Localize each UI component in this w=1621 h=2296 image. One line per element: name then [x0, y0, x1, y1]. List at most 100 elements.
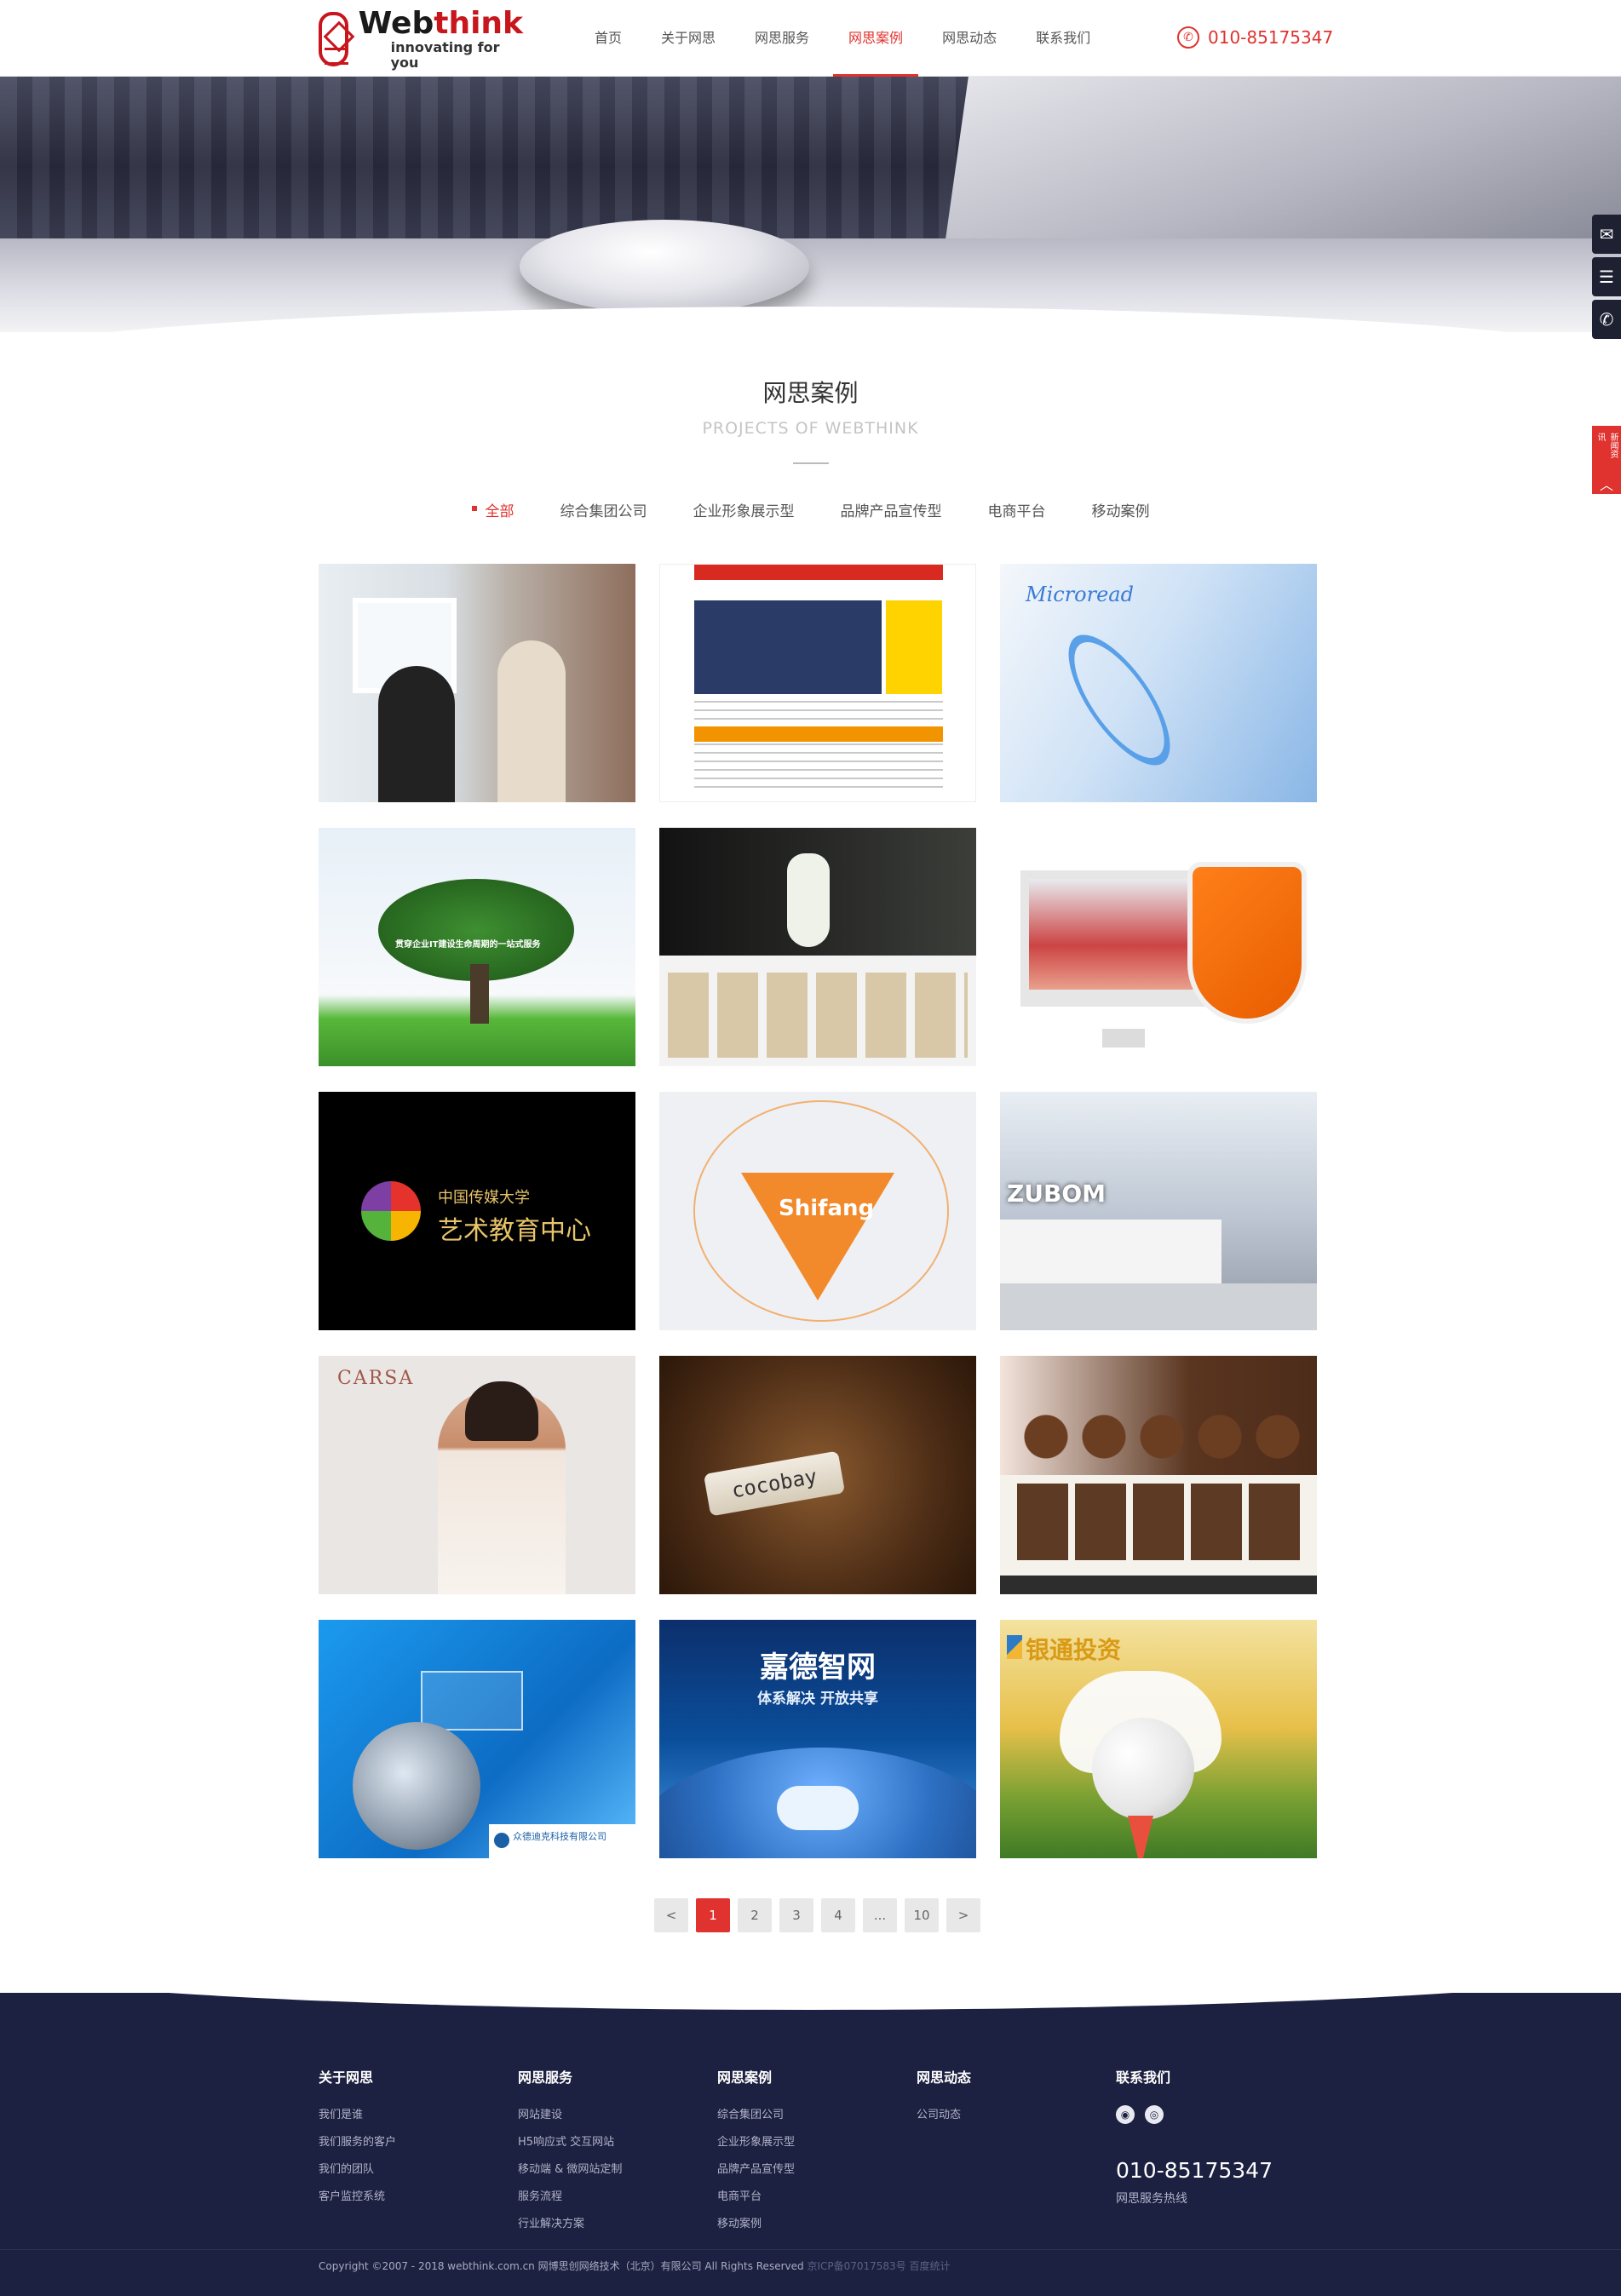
- footer-col-title: 网思服务: [518, 2069, 573, 2086]
- footer-link[interactable]: 电商平台: [717, 2187, 795, 2203]
- footer-link[interactable]: 品牌产品宣传型: [717, 2160, 795, 2176]
- filter-corporate-image[interactable]: 企业形象展示型: [693, 499, 795, 520]
- section-title: 网思案例: [762, 379, 859, 407]
- case-brand: 银通投资: [1006, 1632, 1121, 1666]
- site-header: Webthink innovating for you 首页 关于网思 网思服务…: [0, 0, 1621, 77]
- footer-link[interactable]: 客户监控系统: [319, 2187, 396, 2203]
- case-grid: Microread 贯穿企业IT建设生命周期的一站式服务 中国传媒大学 艺术教育…: [319, 564, 1317, 1858]
- dna-helix-icon: [1049, 619, 1189, 781]
- case-card[interactable]: ZUBOM: [1000, 1092, 1317, 1330]
- footer-phone: 010-85175347: [1116, 2158, 1273, 2183]
- icp-link[interactable]: 京ICP备07017583号 百度统计: [807, 2260, 950, 2272]
- logo-tagline: innovating for you: [390, 39, 500, 71]
- chocolate-icon: [1017, 1407, 1307, 1467]
- case-card[interactable]: CARSA: [319, 1356, 635, 1594]
- case-brand: cocobay: [703, 1450, 846, 1517]
- robot-hand-icon: [353, 1722, 480, 1850]
- footer-link[interactable]: 网站建设: [518, 2105, 622, 2121]
- page-ellipsis: ...: [863, 1898, 897, 1932]
- page-4[interactable]: 4: [821, 1898, 855, 1932]
- message-icon[interactable]: ☰: [1592, 257, 1621, 296]
- footer-link[interactable]: 我们服务的客户: [319, 2132, 396, 2149]
- page-3[interactable]: 3: [779, 1898, 813, 1932]
- case-card[interactable]: cocobay: [659, 1356, 976, 1594]
- footer-col-services: 网思服务 网站建设 H5响应式 交互网站 移动端 & 微网站定制 服务流程 行业…: [518, 2066, 622, 2241]
- footer-link[interactable]: 移动案例: [717, 2214, 795, 2230]
- phone-icon: ✆: [1177, 26, 1199, 49]
- case-caption: 中国传媒大学: [438, 1189, 530, 1207]
- filter-group-company[interactable]: 综合集团公司: [560, 499, 647, 520]
- footer-link[interactable]: 我们是谁: [319, 2105, 396, 2121]
- nav-news[interactable]: 网思动态: [927, 0, 1012, 77]
- footer-link[interactable]: 企业形象展示型: [717, 2132, 795, 2149]
- case-card[interactable]: Microread: [1000, 564, 1317, 802]
- nav-cases[interactable]: 网思案例: [833, 0, 919, 77]
- next-page-button[interactable]: >: [946, 1898, 980, 1932]
- hero-banner: [0, 77, 1621, 332]
- case-caption: 艺术教育中心: [438, 1216, 591, 1246]
- footer-link[interactable]: 我们的团队: [319, 2160, 396, 2176]
- case-caption: 众德迪克科技有限公司: [489, 1824, 635, 1858]
- jade-pendant-image: [787, 853, 830, 947]
- footer-phone-label: 网思服务热线: [1116, 2192, 1187, 2206]
- case-card[interactable]: 银通投资: [1000, 1620, 1317, 1858]
- shield-icon: [1187, 862, 1307, 1024]
- case-card[interactable]: [1000, 1356, 1317, 1594]
- case-caption: 贯穿企业IT建设生命周期的一站式服务: [395, 940, 541, 950]
- filter-mobile[interactable]: 移动案例: [1092, 499, 1150, 520]
- footer-link[interactable]: 服务流程: [518, 2187, 622, 2203]
- footer-col-title: 网思案例: [717, 2069, 773, 2086]
- footer-link[interactable]: 行业解决方案: [518, 2214, 622, 2230]
- footer-link[interactable]: 移动端 & 微网站定制: [518, 2160, 622, 2176]
- filter-ecommerce[interactable]: 电商平台: [988, 499, 1046, 520]
- qq-chat-icon[interactable]: ✉: [1592, 215, 1621, 254]
- filter-all[interactable]: 全部: [471, 499, 514, 520]
- case-card[interactable]: [659, 828, 976, 1066]
- case-card[interactable]: 中国传媒大学 艺术教育中心: [319, 1092, 635, 1330]
- case-brand: Shifang: [779, 1196, 875, 1221]
- prev-page-button[interactable]: <: [654, 1898, 688, 1932]
- copyright-bar: Copyright ©2007 - 2018 webthink.com.cn 网…: [0, 2249, 1621, 2276]
- case-card[interactable]: [1000, 828, 1317, 1066]
- case-filter-tabs: 全部 综合集团公司 企业形象展示型 品牌产品宣传型 电商平台 移动案例: [0, 499, 1621, 520]
- footer-link[interactable]: 公司动态: [917, 2105, 971, 2121]
- pagination: < 1 2 3 4 ... 10 >: [654, 1898, 988, 1932]
- filter-brand-promo[interactable]: 品牌产品宣传型: [841, 499, 942, 520]
- footer-col-title: 关于网思: [319, 2069, 374, 2086]
- case-brand: ZUBOM: [1007, 1179, 1107, 1208]
- phone-call-icon[interactable]: ✆: [1592, 300, 1621, 339]
- nav-services[interactable]: 网思服务: [739, 0, 825, 77]
- header-phone-number: 010-85175347: [1208, 27, 1334, 48]
- case-card[interactable]: 众德迪克科技有限公司: [319, 1620, 635, 1858]
- wechat-icon[interactable]: ◉: [1116, 2105, 1135, 2124]
- social-links: ◉ ◎: [1116, 2105, 1273, 2124]
- golf-ball-icon: [1092, 1718, 1194, 1820]
- footer-link[interactable]: H5响应式 交互网站: [518, 2132, 622, 2149]
- footer-col-title: 网思动态: [917, 2069, 972, 2086]
- site-logo[interactable]: Webthink innovating for you: [319, 6, 523, 71]
- page-10[interactable]: 10: [905, 1898, 939, 1932]
- header-phone[interactable]: ✆ 010-85175347: [1177, 26, 1333, 49]
- case-caption: 嘉德智网: [760, 1650, 876, 1685]
- case-card[interactable]: [659, 564, 976, 802]
- footer-col-news: 网思动态 公司动态: [917, 2066, 971, 2132]
- nav-contact[interactable]: 联系我们: [1020, 0, 1106, 77]
- section-subtitle: PROJECTS OF WEBTHINK: [702, 419, 919, 438]
- footer-link[interactable]: 综合集团公司: [717, 2105, 795, 2121]
- nav-about[interactable]: 关于网思: [646, 0, 731, 77]
- footer-col-about: 关于网思 我们是谁 我们服务的客户 我们的团队 客户监控系统: [319, 2066, 396, 2214]
- nav-home[interactable]: 首页: [579, 0, 637, 77]
- mouse-image: [520, 220, 809, 313]
- page-1[interactable]: 1: [696, 1898, 730, 1932]
- case-card[interactable]: [319, 564, 635, 802]
- case-card[interactable]: 嘉德智网 体系解决 开放共享: [659, 1620, 976, 1858]
- case-card[interactable]: 贯穿企业IT建设生命周期的一站式服务: [319, 828, 635, 1066]
- case-caption: 体系解决 开放共享: [757, 1690, 878, 1708]
- logo-wordmark: Webthink: [358, 6, 523, 41]
- page-2[interactable]: 2: [738, 1898, 772, 1932]
- section-divider: [793, 462, 829, 464]
- footer-col-cases: 网思案例 综合集团公司 企业形象展示型 品牌产品宣传型 电商平台 移动案例: [717, 2066, 795, 2241]
- flower-logo-icon: [361, 1181, 421, 1241]
- weibo-icon[interactable]: ◎: [1145, 2105, 1164, 2124]
- case-card[interactable]: Shifang: [659, 1092, 976, 1330]
